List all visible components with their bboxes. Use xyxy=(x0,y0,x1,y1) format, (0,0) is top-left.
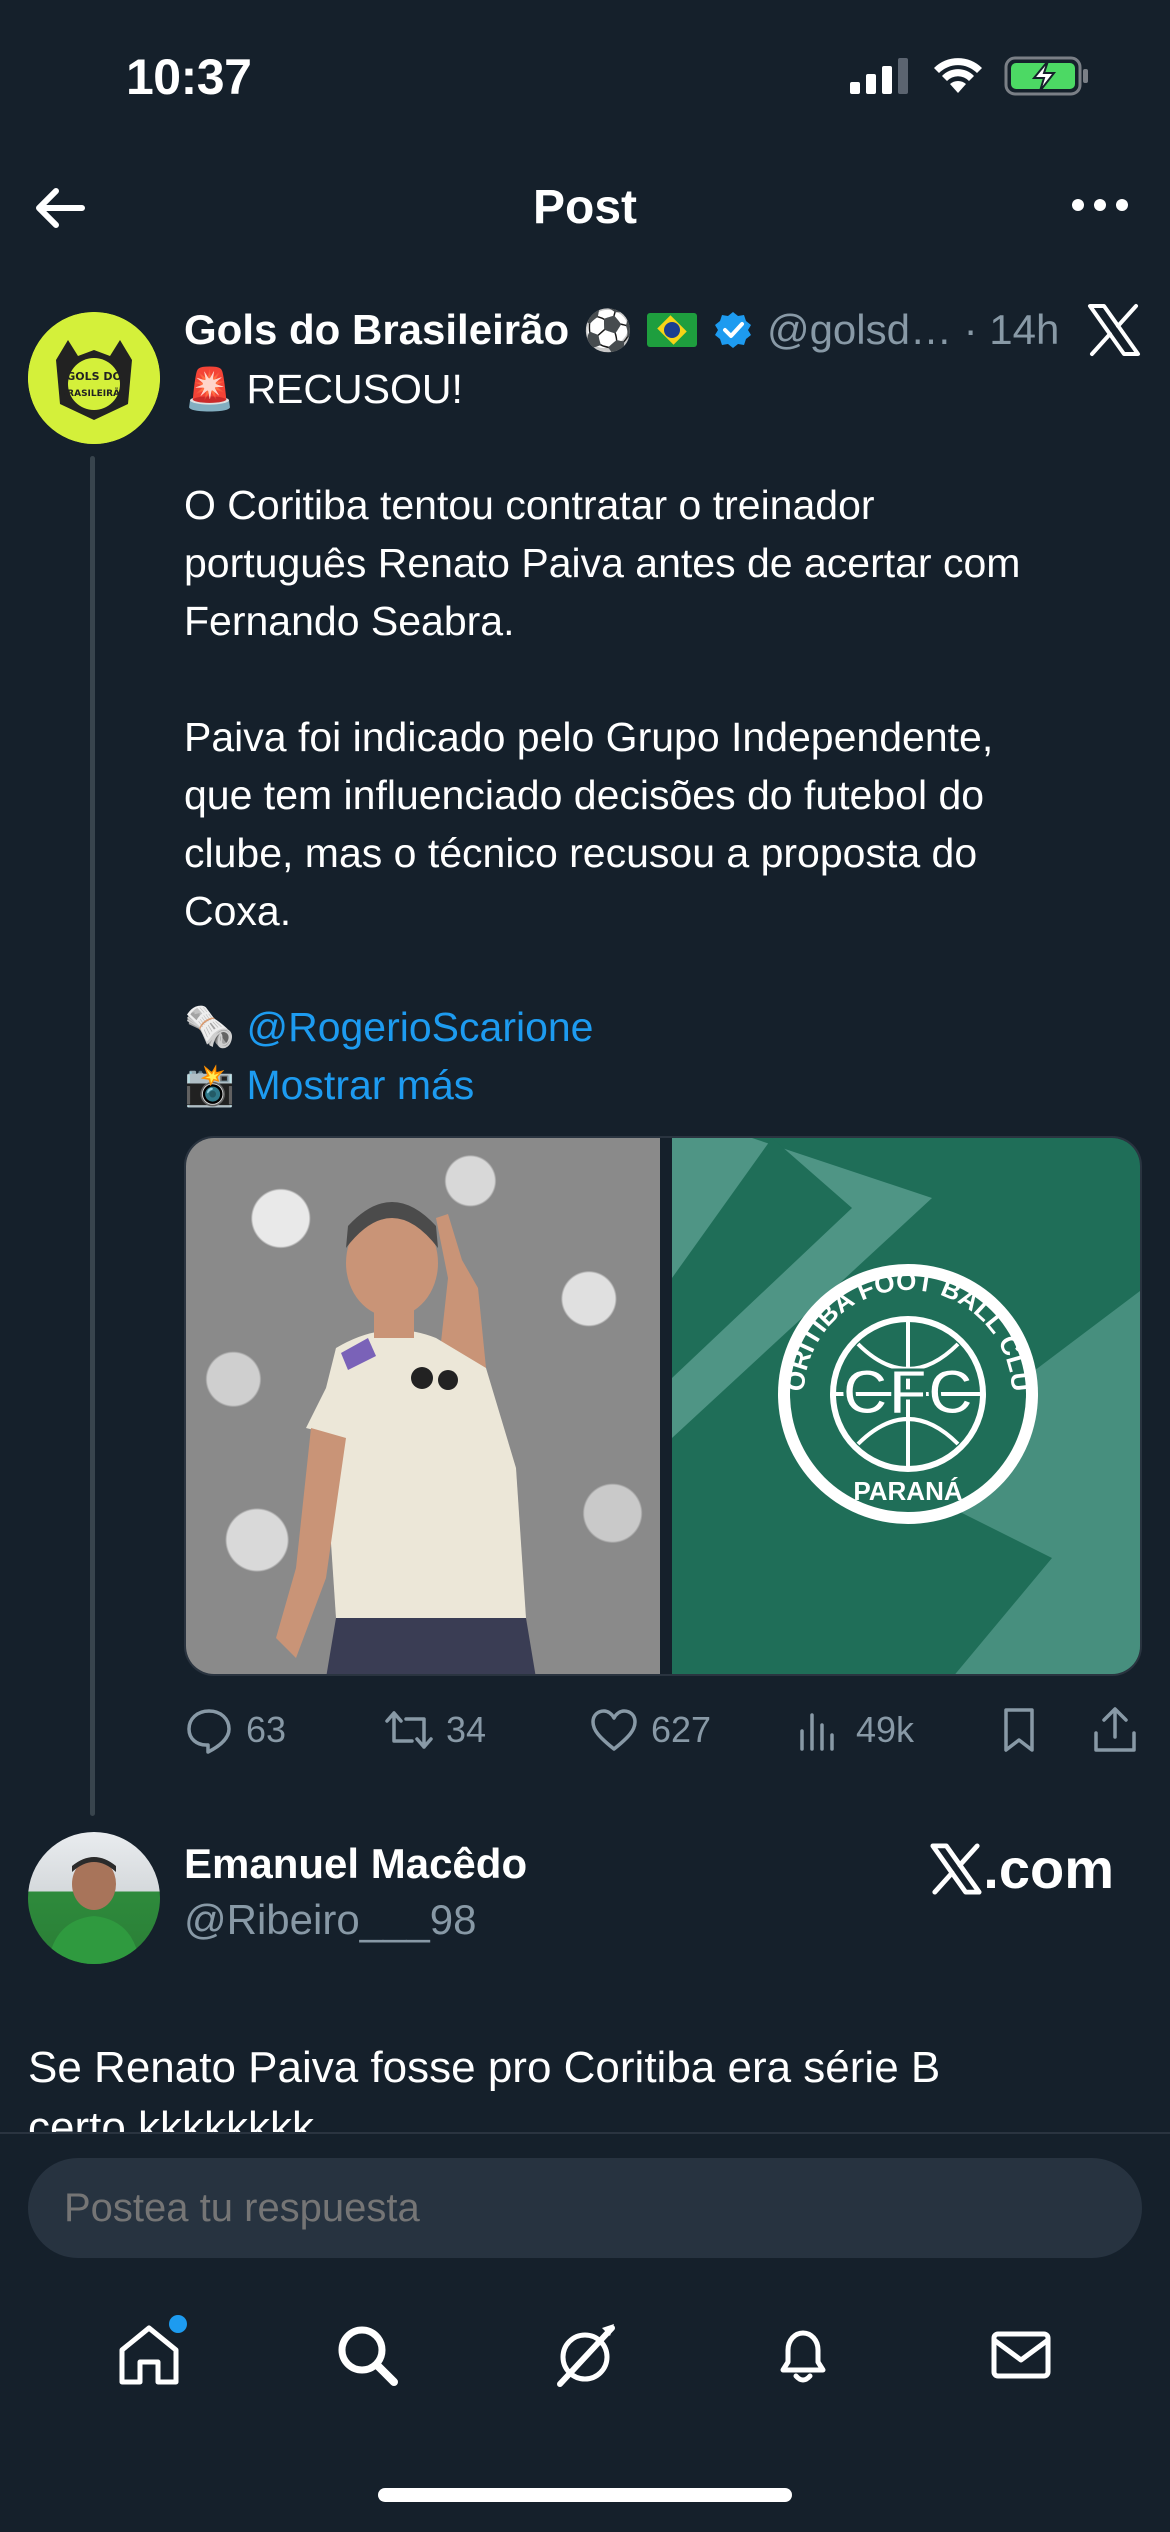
repost-count: 34 xyxy=(446,1709,487,1750)
nav-messages[interactable] xyxy=(981,2315,1061,2395)
tweet-media[interactable]: CFC CORITIBA FOOT BALL CLUB PARANÁ xyxy=(184,1136,1142,1676)
media-divider xyxy=(660,1138,672,1674)
author-avatar[interactable]: GOLS DO BRASILEIRÃO xyxy=(28,312,160,444)
thread-line xyxy=(90,456,95,1816)
bookmark-button[interactable] xyxy=(994,1705,1090,1755)
x-logo-icon xyxy=(1088,304,1140,356)
tweet-line-blank xyxy=(184,418,1144,476)
mail-icon xyxy=(991,2331,1051,2379)
author-name[interactable]: Gols do Brasileirão xyxy=(184,306,569,354)
grok-icon xyxy=(557,2324,615,2387)
home-indicator[interactable] xyxy=(378,2488,792,2502)
bottom-nav xyxy=(0,2300,1170,2410)
more-options-icon[interactable] xyxy=(1070,190,1130,220)
bell-icon xyxy=(780,2330,826,2383)
tweet-line-blank xyxy=(184,650,1144,708)
tweet-line: Fernando Seabra. xyxy=(184,598,515,644)
coritiba-crest-image[interactable]: CFC CORITIBA FOOT BALL CLUB PARANÁ xyxy=(672,1138,1140,1674)
svg-text:GOLS DO: GOLS DO xyxy=(66,370,122,383)
crest-bottom-text: PARANÁ xyxy=(853,1476,963,1506)
svg-text:BRASILEIRÃO: BRASILEIRÃO xyxy=(60,388,128,399)
tweet-line-blank xyxy=(184,940,1144,998)
repost-button[interactable]: 34 xyxy=(384,1705,589,1755)
soccer-ball-emoji: ⚽ xyxy=(583,308,633,353)
repost-icon xyxy=(385,1711,433,1749)
share-icon xyxy=(1094,1707,1136,1752)
xcom-source: .com xyxy=(929,1836,1114,1901)
nav-notifications[interactable] xyxy=(763,2315,843,2395)
reply-text-line: Se Renato Paiva fosse pro Coritiba era s… xyxy=(28,2043,941,2092)
tweet-line: Paiva foi indicado pelo Grupo Independen… xyxy=(184,714,994,760)
mention-line: 🗞️ @RogerioScarione xyxy=(184,998,1144,1056)
share-button[interactable] xyxy=(1090,1705,1140,1755)
reply-icon xyxy=(187,1709,231,1754)
tweet-body: 🚨 RECUSOU! O Coritiba tentou contratar o… xyxy=(184,360,1144,1114)
gols-logo-icon: GOLS DO BRASILEIRÃO xyxy=(28,312,160,444)
nav-grok[interactable] xyxy=(545,2315,625,2395)
coritiba-crest: CFC CORITIBA FOOT BALL CLUB PARANÁ xyxy=(672,1138,1140,1674)
newspaper-emoji: 🗞️ xyxy=(184,1004,236,1050)
views-icon xyxy=(800,1713,834,1751)
verified-badge-icon xyxy=(714,312,751,348)
like-button[interactable]: 627 xyxy=(589,1705,794,1755)
show-more-link[interactable]: Mostrar más xyxy=(246,1062,474,1108)
notification-dot xyxy=(169,2315,187,2333)
status-icons xyxy=(850,56,1090,96)
show-more-line: 📸 Mostrar más xyxy=(184,1056,1144,1114)
camera-flash-emoji: 📸 xyxy=(184,1062,236,1108)
like-count: 627 xyxy=(651,1709,712,1750)
nav-home[interactable] xyxy=(109,2315,189,2395)
reply-avatar[interactable] xyxy=(28,1832,160,1964)
mention-link[interactable]: @RogerioScarione xyxy=(246,1004,593,1050)
signal-icon xyxy=(850,58,908,94)
tweet-line: 🚨 RECUSOU! xyxy=(184,366,463,412)
xcom-label: .com xyxy=(983,1837,1114,1900)
wifi-icon xyxy=(934,58,982,93)
view-count: 49k xyxy=(856,1709,915,1750)
tweet-line: que tem influenciado decisões do futebol… xyxy=(184,772,985,818)
bookmark-icon xyxy=(1004,1708,1034,1752)
status-time: 10:37 xyxy=(126,49,252,105)
reply-text: Se Renato Paiva fosse pro Coritiba era s… xyxy=(28,2038,1148,2132)
brazil-flag-icon xyxy=(646,313,697,347)
author-handle-time: @golsd… · 14h xyxy=(766,306,1060,353)
reply-text-line-cut: certo kkkkkkkk xyxy=(28,2103,315,2132)
reply-input[interactable] xyxy=(28,2158,1142,2258)
reply-count: 63 xyxy=(246,1709,287,1750)
reply-author-handle: @Ribeiro___98 xyxy=(184,1896,477,1943)
tweet-actions: 63 34 627 49k xyxy=(184,1700,1144,1760)
heart-icon xyxy=(591,1709,637,1751)
reply-avatar-figure xyxy=(48,1857,140,1964)
tweet-author-row: Gols do Brasileirão ⚽ @golsd… · 14h xyxy=(184,300,1150,360)
crest-center-text: CFC xyxy=(842,1356,974,1428)
reply-author-name[interactable]: Emanuel Macêdo xyxy=(184,1840,527,1888)
page-title: Post xyxy=(532,181,637,234)
nav-search[interactable] xyxy=(327,2315,407,2395)
tweet-line: português Renato Paiva antes de acertar … xyxy=(184,540,1021,586)
views-button[interactable]: 49k xyxy=(794,1705,994,1755)
coach-photo[interactable] xyxy=(186,1138,660,1674)
tweet-line: clube, mas o técnico recusou a proposta … xyxy=(184,830,978,876)
coach-figure xyxy=(276,1202,536,1674)
tweet-line: O Coritiba tentou contratar o treinador xyxy=(184,482,875,528)
reply-button[interactable]: 63 xyxy=(184,1705,384,1755)
tweet-line: Coxa. xyxy=(184,888,292,934)
x-logo-icon xyxy=(930,1842,982,1895)
battery-charging-icon xyxy=(1004,56,1088,96)
search-icon xyxy=(338,2326,398,2386)
